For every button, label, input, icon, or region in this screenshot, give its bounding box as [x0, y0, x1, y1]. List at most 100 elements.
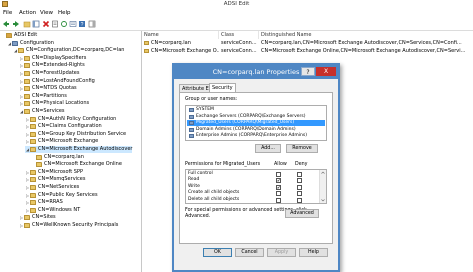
add-button[interactable]: Add... — [255, 144, 281, 153]
allow-checkbox[interactable] — [276, 171, 281, 177]
folder-icon — [24, 71, 30, 76]
tree-node[interactable]: ◢ CN=Configuration,DC=corparq,DC=lan — [13, 47, 124, 54]
forward-icon[interactable] — [12, 20, 20, 28]
tree-node[interactable]: ▷ CN=LostAndFoundConfig — [19, 78, 95, 85]
tree-node[interactable]: CN=corparq.lan — [31, 154, 84, 161]
show-hide-action-pane-icon[interactable] — [88, 20, 96, 28]
advanced-button[interactable]: Advanced — [285, 209, 319, 218]
tree-node[interactable]: ▷ CN=ForestUpdates — [19, 70, 79, 77]
tree-node[interactable]: ▷ CN=WellKnown Security Principals — [19, 222, 118, 229]
tree-node[interactable]: ▷ CN=Public Key Services — [25, 192, 98, 199]
folder-icon — [30, 169, 36, 175]
tree-node[interactable]: ADSI Edit — [1, 32, 37, 39]
dialog-close-button[interactable]: X — [316, 67, 336, 76]
delete-icon[interactable] — [42, 20, 50, 28]
menu-view[interactable]: View — [40, 10, 53, 16]
tree-node-label: CN=Microsoft Exchange — [38, 138, 99, 145]
tree-node-label: CN=Microsoft Exchange Online — [44, 161, 122, 168]
tree-node-label: CN=NetServices — [38, 184, 80, 190]
tree-node[interactable]: ▷ CN=MsmqServices — [25, 176, 85, 183]
folder-icon — [18, 48, 24, 54]
properties-icon[interactable] — [51, 20, 59, 28]
folder-icon — [30, 124, 36, 130]
tree-node[interactable]: ◢ Configuration — [7, 40, 54, 47]
help-icon[interactable]: ? — [78, 20, 86, 28]
tree-node[interactable]: ▷ CN=DisplaySpecifiers — [19, 55, 86, 62]
allow-checkbox[interactable]: ✔ — [276, 178, 281, 183]
tree-node-label: CN=Physical Locations — [32, 100, 90, 107]
allow-column-label: Allow — [274, 162, 287, 167]
permissions-for-label: Permissions for Migrated_Users — [185, 162, 261, 167]
tree-node[interactable]: ◢ CN=Microsoft Exchange Autodiscover — [25, 146, 133, 153]
allow-checkbox[interactable] — [276, 191, 281, 196]
adsi-edit-icon — [6, 33, 12, 38]
list-item[interactable]: CN=corparq.lan serviceConn... CN=corparq.l… — [142, 40, 473, 47]
tree-node[interactable]: ▷ CN=NTDS Quotas — [19, 85, 77, 92]
tree-node[interactable]: ▷ CN=Windows NT — [25, 207, 80, 214]
folder-icon — [24, 63, 30, 69]
user-list-item[interactable]: Exchange Servers (CORPARQ\Exchange Serve… — [187, 114, 325, 120]
tree-node-label: CN=Group Key Distribution Service — [38, 130, 127, 137]
tree-node[interactable]: ▷ CN=Sites — [19, 214, 56, 221]
tree-node[interactable]: ◢ CN=Services — [19, 108, 65, 115]
tree-node[interactable]: ▷ CN=Partitions — [19, 93, 67, 100]
tree-node[interactable]: CN=Microsoft Exchange Online — [31, 161, 122, 168]
column-header-class[interactable]: Class — [219, 31, 259, 39]
refresh-icon[interactable] — [60, 20, 68, 28]
back-icon[interactable] — [2, 20, 10, 28]
user-list-item[interactable]: Migrated_Users (CORPARQ\Migrated_Users) — [187, 120, 325, 127]
menu-action[interactable]: Action — [19, 10, 36, 16]
deny-checkbox[interactable] — [297, 191, 302, 196]
apply-button[interactable]: Apply — [267, 248, 296, 257]
tree-node-label: CN=DisplaySpecifiers — [32, 54, 87, 61]
folder-icon — [24, 223, 30, 228]
tree-node[interactable]: ▷ CN=Microsoft SPP — [25, 169, 83, 176]
up-icon[interactable] — [23, 20, 31, 28]
remove-button[interactable]: Remove — [286, 144, 318, 153]
user-list-item[interactable]: SYSTEM — [187, 107, 325, 113]
tree-node-label: CN=RRAS — [38, 199, 63, 206]
cancel-button[interactable]: Cancel — [235, 248, 264, 257]
user-group-icon — [189, 127, 194, 132]
console-tree-icon[interactable] — [32, 20, 40, 28]
deny-checkbox[interactable] — [297, 178, 302, 183]
window-title: ADSI Edit — [223, 1, 250, 7]
tree-node-label: CN=Microsoft Exchange Autodiscover — [38, 146, 133, 152]
user-list-item[interactable]: Enterprise Admins (CORPARQ\Enterprise Ad… — [187, 133, 325, 139]
column-header-distinguished-name[interactable]: Distinguished Name — [259, 31, 473, 39]
tree-node-label: CN=Extended-Rights — [32, 62, 85, 69]
dialog-help-button[interactable]: ? — [301, 67, 315, 76]
tree-node-label: Configuration — [20, 39, 54, 46]
group-or-user-list[interactable]: SYSTEM Exchange Servers (CORPARQ\Exchange… — [185, 105, 327, 141]
column-header-name[interactable]: Name — [142, 31, 219, 39]
user-list-item-label: SYSTEM — [196, 107, 214, 112]
tree-node[interactable]: ▷ CN=Claims Configuration — [25, 123, 102, 130]
deny-checkbox[interactable] — [297, 171, 302, 177]
user-list-item[interactable]: Domain Admins (CORPARQ\Domain Admins) — [187, 127, 325, 133]
folder-icon — [36, 162, 42, 168]
menu-file[interactable]: File — [3, 10, 12, 16]
tree-node[interactable]: ▷ CN=Group Key Distribution Service — [25, 131, 126, 138]
help-button[interactable]: Help — [299, 248, 328, 257]
allow-checkbox[interactable]: ✔ — [276, 184, 281, 190]
tree-node[interactable]: ▷ CN=RRAS — [25, 199, 63, 206]
export-list-icon[interactable] — [69, 20, 77, 28]
menu-help[interactable]: Help — [58, 10, 71, 16]
tree-node[interactable]: ▷ CN=NetServices — [25, 184, 79, 191]
allow-checkbox[interactable] — [276, 197, 281, 203]
tree-node[interactable]: ▷ CN=Physical Locations — [19, 100, 89, 107]
tree-node-label: CN=Services — [32, 108, 65, 114]
tree-node[interactable]: ▷ CN=Microsoft Exchange — [25, 138, 98, 145]
group-or-user-names-label: Group or user names: — [185, 97, 238, 102]
folder-icon — [30, 139, 36, 145]
deny-checkbox[interactable] — [297, 184, 302, 190]
naming-context-icon — [12, 40, 18, 46]
deny-checkbox[interactable] — [297, 197, 302, 203]
tree-node[interactable]: ▷ CN=Extended-Rights — [19, 62, 85, 69]
folder-icon — [24, 101, 30, 107]
permissions-scrollbar[interactable] — [319, 170, 326, 203]
ok-button[interactable]: OK — [203, 248, 232, 257]
list-cell-dn: CN=corparq.lan,CN=Microsoft Exchange Aut… — [261, 40, 462, 46]
list-item[interactable]: CN=Microsoft Exchange O... serviceConn...… — [142, 48, 473, 55]
tree-node[interactable]: ▷ CN=AuthN Policy Configuration — [25, 116, 116, 123]
